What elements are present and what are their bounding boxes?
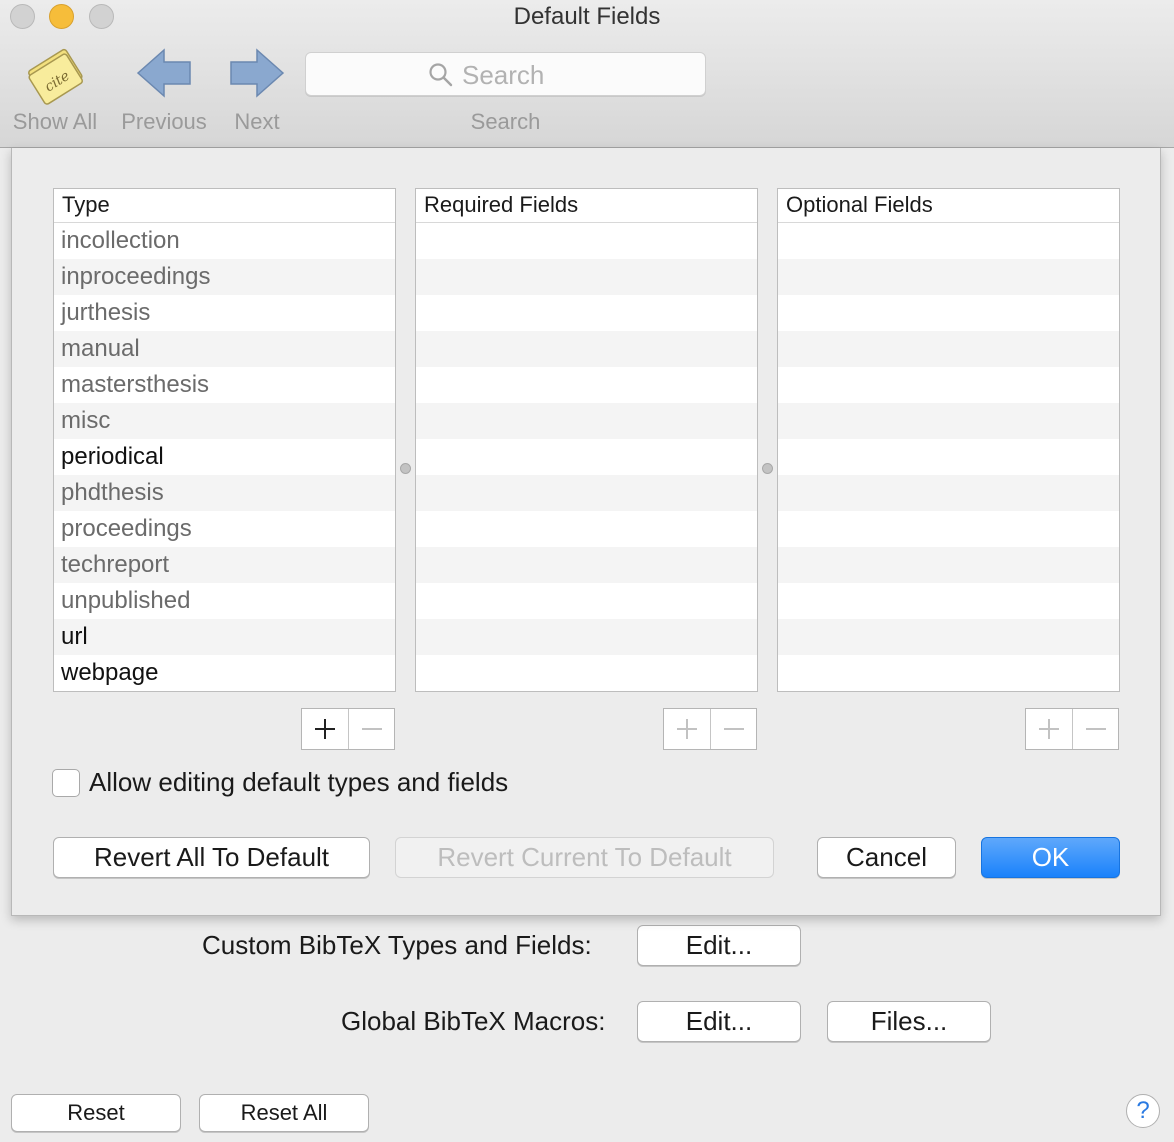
search-placeholder: Search [462, 59, 545, 90]
required-row[interactable] [416, 223, 757, 259]
type-table[interactable]: Type incollection inproceedings jurthesis m… [53, 188, 396, 692]
optional-row[interactable] [778, 475, 1119, 511]
type-row[interactable]: unpublished [54, 583, 395, 619]
type-row[interactable]: misc [54, 403, 395, 439]
ok-button[interactable]: OK [981, 837, 1120, 878]
add-required-field-button[interactable] [664, 709, 710, 749]
required-row[interactable] [416, 439, 757, 475]
required-row[interactable] [416, 511, 757, 547]
type-row[interactable]: incollection [54, 223, 395, 259]
optional-row[interactable] [778, 259, 1119, 295]
optional-row[interactable] [778, 295, 1119, 331]
type-row[interactable]: proceedings [54, 511, 395, 547]
required-row[interactable] [416, 547, 757, 583]
required-row[interactable] [416, 475, 757, 511]
type-row[interactable]: techreport [54, 547, 395, 583]
optional-row[interactable] [778, 331, 1119, 367]
plus-icon [315, 719, 335, 739]
required-fields-list [416, 223, 757, 691]
global-macros-edit-button[interactable]: Edit... [637, 1001, 801, 1042]
window-title: Default Fields [513, 3, 661, 30]
type-row[interactable]: phdthesis [54, 475, 395, 511]
required-row[interactable] [416, 583, 757, 619]
required-fields-table[interactable]: Required Fields [415, 188, 758, 692]
app-icon: cite [28, 48, 84, 105]
next-label: Next [234, 109, 280, 134]
show-all-label: Show All [12, 109, 98, 134]
type-row[interactable]: url [54, 619, 395, 655]
default-fields-sheet: Type incollection inproceedings jurthesis m… [11, 148, 1161, 916]
minus-icon [361, 728, 382, 730]
remove-type-button[interactable] [348, 709, 394, 749]
type-row[interactable]: webpage [54, 655, 395, 691]
required-row[interactable] [416, 403, 757, 439]
search-icon [429, 63, 453, 87]
optional-fields-table[interactable]: Optional Fields [777, 188, 1120, 692]
optional-row[interactable] [778, 583, 1119, 619]
type-column-header[interactable]: Type [54, 189, 395, 223]
optional-row[interactable] [778, 223, 1119, 259]
type-row[interactable]: inproceedings [54, 259, 395, 295]
next-button[interactable]: Next [222, 44, 292, 134]
type-list: incollection inproceedings jurthesis manual… [54, 223, 395, 691]
type-row[interactable]: manual [54, 331, 395, 367]
allow-editing-checkbox[interactable] [52, 768, 80, 797]
optional-row[interactable] [778, 547, 1119, 583]
global-macros-label: Global BibTeX Macros: [341, 1006, 606, 1036]
splitter-handle[interactable] [400, 463, 411, 474]
revert-all-button[interactable]: Revert All To Default [53, 837, 370, 878]
show-all-button[interactable]: cite Show All [6, 44, 104, 134]
type-add-remove-control [301, 708, 395, 750]
custom-types-edit-button[interactable]: Edit... [637, 925, 801, 966]
optional-row[interactable] [778, 619, 1119, 655]
back-arrow-icon [136, 48, 191, 98]
add-optional-field-button[interactable] [1026, 709, 1072, 749]
plus-icon [677, 719, 697, 739]
minus-icon [1085, 728, 1106, 730]
previous-label: Previous [121, 109, 207, 134]
optional-row[interactable] [778, 403, 1119, 439]
search-field[interactable]: Search [305, 52, 706, 96]
revert-current-button[interactable]: Revert Current To Default [395, 837, 774, 878]
plus-icon [1039, 719, 1059, 739]
optional-row[interactable] [778, 367, 1119, 403]
search-label: Search [470, 109, 541, 134]
type-row[interactable]: mastersthesis [54, 367, 395, 403]
global-macros-files-button[interactable]: Files... [827, 1001, 991, 1042]
cancel-button[interactable]: Cancel [817, 837, 956, 878]
optional-row[interactable] [778, 511, 1119, 547]
required-row[interactable] [416, 295, 757, 331]
optional-row[interactable] [778, 439, 1119, 475]
optional-add-remove-control [1025, 708, 1119, 750]
type-row[interactable]: periodical [54, 439, 395, 475]
required-row[interactable] [416, 367, 757, 403]
reset-button[interactable]: Reset [11, 1094, 181, 1132]
add-type-button[interactable] [302, 709, 348, 749]
required-row[interactable] [416, 259, 757, 295]
splitter-handle[interactable] [762, 463, 773, 474]
required-fields-header[interactable]: Required Fields [416, 189, 757, 223]
required-row[interactable] [416, 655, 757, 691]
required-row[interactable] [416, 619, 757, 655]
remove-required-field-button[interactable] [710, 709, 756, 749]
type-row[interactable]: jurthesis [54, 295, 395, 331]
optional-fields-list [778, 223, 1119, 691]
minus-icon [723, 728, 744, 730]
custom-types-label: Custom BibTeX Types and Fields: [202, 930, 592, 960]
required-row[interactable] [416, 331, 757, 367]
allow-editing-row: Allow editing default types and fields [52, 767, 508, 798]
required-add-remove-control [663, 708, 757, 750]
previous-button[interactable]: Previous [116, 44, 212, 134]
title-bar: Default Fields cite Show All Previous Ne… [0, 0, 1174, 148]
remove-optional-field-button[interactable] [1072, 709, 1118, 749]
reset-all-button[interactable]: Reset All [199, 1094, 369, 1132]
allow-editing-label[interactable]: Allow editing default types and fields [89, 767, 508, 798]
optional-fields-header[interactable]: Optional Fields [778, 189, 1119, 223]
optional-row[interactable] [778, 655, 1119, 691]
help-button[interactable]: ? [1126, 1094, 1160, 1128]
forward-arrow-icon [230, 48, 285, 98]
